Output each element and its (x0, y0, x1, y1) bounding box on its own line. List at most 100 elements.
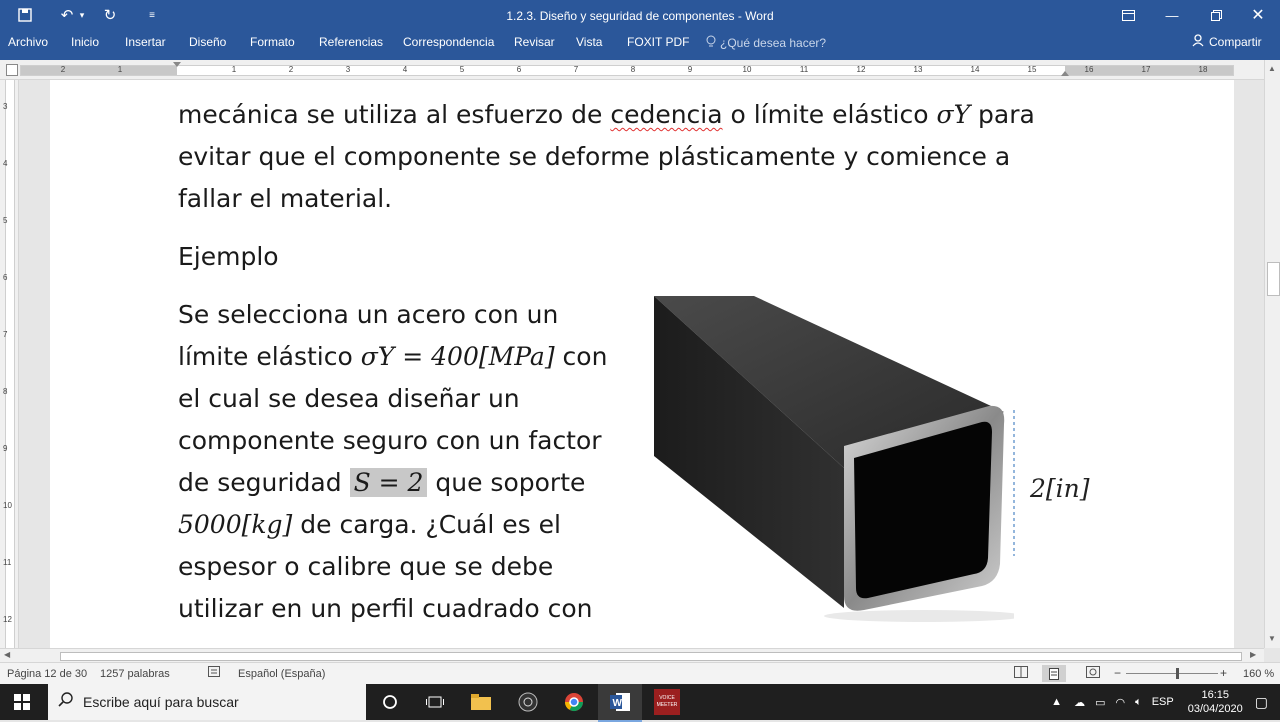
ruler-left-margin (21, 66, 177, 75)
horizontal-ruler[interactable]: 2 1 1 2 3 4 5 6 7 8 9 10 11 12 13 14 15 … (0, 60, 1264, 80)
paragraph-line: 5000[kg] de carga. ¿Cuál es el (178, 504, 561, 546)
math-equation[interactable]: σY (937, 100, 971, 129)
proofing-icon[interactable] (208, 666, 222, 681)
text-run: mecánica se utiliza al esfuerzo de (178, 100, 603, 129)
person-icon (1192, 34, 1205, 50)
zoom-slider-thumb[interactable] (1176, 668, 1179, 679)
scroll-right-icon[interactable]: ▶ (1250, 650, 1256, 659)
ruler-tick: 7 (573, 65, 579, 74)
chrome-icon[interactable] (560, 690, 588, 714)
tell-me-box[interactable]: ¿Qué desea hacer? (706, 35, 826, 51)
share-button[interactable]: Compartir (1192, 34, 1262, 50)
close-icon[interactable]: ✕ (1238, 4, 1278, 26)
tab-formato[interactable]: Formato (250, 35, 295, 49)
cortana-icon[interactable] (376, 690, 404, 714)
dimension-label: 2[in] (1030, 474, 1090, 503)
read-mode-icon[interactable] (1014, 666, 1028, 681)
ribbon-display-icon[interactable] (1108, 4, 1148, 26)
math-equation[interactable]: σY = 400[MPa] (361, 342, 555, 371)
paragraph-line: fallar el material. (178, 184, 393, 213)
ruler-tick: 16 (1084, 65, 1094, 74)
scroll-up-icon[interactable]: ▲ (1268, 64, 1276, 73)
horizontal-scrollbar[interactable]: ◀ ▶ (0, 648, 1264, 663)
horizontal-scroll-thumb[interactable] (60, 652, 1242, 661)
tab-inicio[interactable]: Inicio (71, 35, 99, 49)
search-placeholder: Escribe aquí para buscar (83, 694, 239, 710)
ruler-tick: 12 (856, 65, 866, 74)
tell-me-text: ¿Qué desea hacer? (720, 36, 827, 50)
heading: Ejemplo (178, 242, 279, 271)
battery-icon[interactable]: ▭ (1095, 696, 1105, 709)
voicemeeter-icon[interactable]: VOICE MEETER (654, 689, 680, 715)
windows-start-icon[interactable] (8, 690, 36, 714)
app-aperture-icon[interactable] (514, 690, 542, 714)
vruler-tick: 8 (3, 387, 8, 396)
ruler-tick: 17 (1141, 65, 1151, 74)
ruler-tick: 4 (402, 65, 408, 74)
scroll-down-icon[interactable]: ▼ (1268, 634, 1276, 643)
misspelled-word[interactable]: cedencia (610, 100, 722, 129)
vertical-scroll-thumb[interactable] (1267, 262, 1280, 296)
web-layout-icon[interactable] (1086, 666, 1100, 681)
ruler-tick: 15 (1027, 65, 1037, 74)
paragraph-line: espesor o calibre que se debe (178, 552, 554, 581)
tab-revisar[interactable]: Revisar (514, 35, 555, 49)
scroll-left-icon[interactable]: ◀ (4, 650, 10, 659)
tab-selector-icon[interactable] (6, 64, 18, 76)
volume-icon[interactable]: 🔈︎ (1135, 696, 1142, 709)
input-language[interactable]: ESP (1152, 696, 1174, 708)
cloud-icon[interactable]: ☁ (1074, 696, 1085, 709)
zoom-in-icon[interactable]: + (1220, 666, 1227, 680)
paragraph-line: Se selecciona un acero con un (178, 300, 559, 329)
ruler-tick: 2 (288, 65, 294, 74)
tab-vista[interactable]: Vista (576, 35, 602, 49)
minimize-icon[interactable]: — (1152, 4, 1192, 26)
taskbar-search-box[interactable]: Escribe aquí para buscar (48, 684, 366, 720)
task-view-icon[interactable] (421, 690, 449, 714)
text-run: con (562, 342, 608, 371)
math-equation[interactable]: 5000[kg] (178, 510, 292, 539)
share-label: Compartir (1209, 35, 1262, 49)
tab-referencias[interactable]: Referencias (319, 35, 383, 49)
paragraph-line: componente seguro con un factor (178, 426, 602, 455)
paragraph-line: mecánica se utiliza al esfuerzo de ceden… (178, 94, 1035, 136)
vertical-ruler[interactable]: 3 4 5 6 7 8 9 10 11 12 (0, 80, 19, 648)
ruler-tick: 1 (117, 65, 123, 74)
right-indent-marker[interactable] (1061, 71, 1069, 76)
paragraph-line: utilizar en un perfil cuadrado con (178, 594, 593, 623)
page-count[interactable]: Página 12 de 30 (7, 668, 87, 680)
ruler-tick: 10 (742, 65, 752, 74)
zoom-level[interactable]: 160 % (1243, 668, 1274, 680)
notifications-icon[interactable]: ▢ (1255, 694, 1268, 711)
paragraph-line: evitar que el componente se deforme plás… (178, 142, 1011, 171)
file-explorer-icon[interactable] (467, 690, 495, 714)
tab-foxit-pdf[interactable]: FOXIT PDF (627, 35, 689, 49)
ruler-tick: 18 (1198, 65, 1208, 74)
zoom-slider[interactable] (1126, 673, 1218, 674)
document-page[interactable]: mecánica se utiliza al esfuerzo de ceden… (50, 80, 1234, 648)
selected-math-equation[interactable]: S = 2 (349, 468, 428, 497)
vruler-tick: 4 (3, 159, 8, 168)
word-count[interactable]: 1257 palabras (100, 668, 170, 680)
chevron-up-icon[interactable]: ▲ (1051, 696, 1062, 708)
network-icon[interactable]: ◠ (1115, 696, 1125, 709)
paragraph-line: de seguridad S = 2 que soporte (178, 462, 585, 504)
restore-icon[interactable] (1196, 4, 1236, 26)
text-run: de seguridad (178, 468, 342, 497)
tab-diseno[interactable]: Diseño (189, 35, 226, 49)
word-taskbar-icon[interactable]: W (598, 684, 642, 722)
first-line-indent-marker[interactable] (173, 62, 181, 67)
vruler-tick: 10 (3, 501, 12, 510)
ruler-tick: 14 (970, 65, 980, 74)
vertical-scrollbar[interactable]: ▲ ▼ (1264, 60, 1280, 648)
zoom-out-icon[interactable]: − (1114, 666, 1121, 680)
vruler-tick: 5 (3, 216, 8, 225)
language-indicator[interactable]: Español (España) (238, 668, 325, 680)
tab-correspondencia[interactable]: Correspondencia (403, 35, 494, 49)
tab-archivo[interactable]: Archivo (8, 35, 48, 49)
tab-insertar[interactable]: Insertar (125, 35, 166, 49)
steel-tube-image[interactable] (654, 296, 1024, 626)
status-bar: Página 12 de 30 1257 palabras Español (E… (0, 662, 1280, 685)
print-layout-icon[interactable] (1042, 665, 1066, 682)
clock[interactable]: 16:15 03/04/2020 (1188, 688, 1243, 716)
